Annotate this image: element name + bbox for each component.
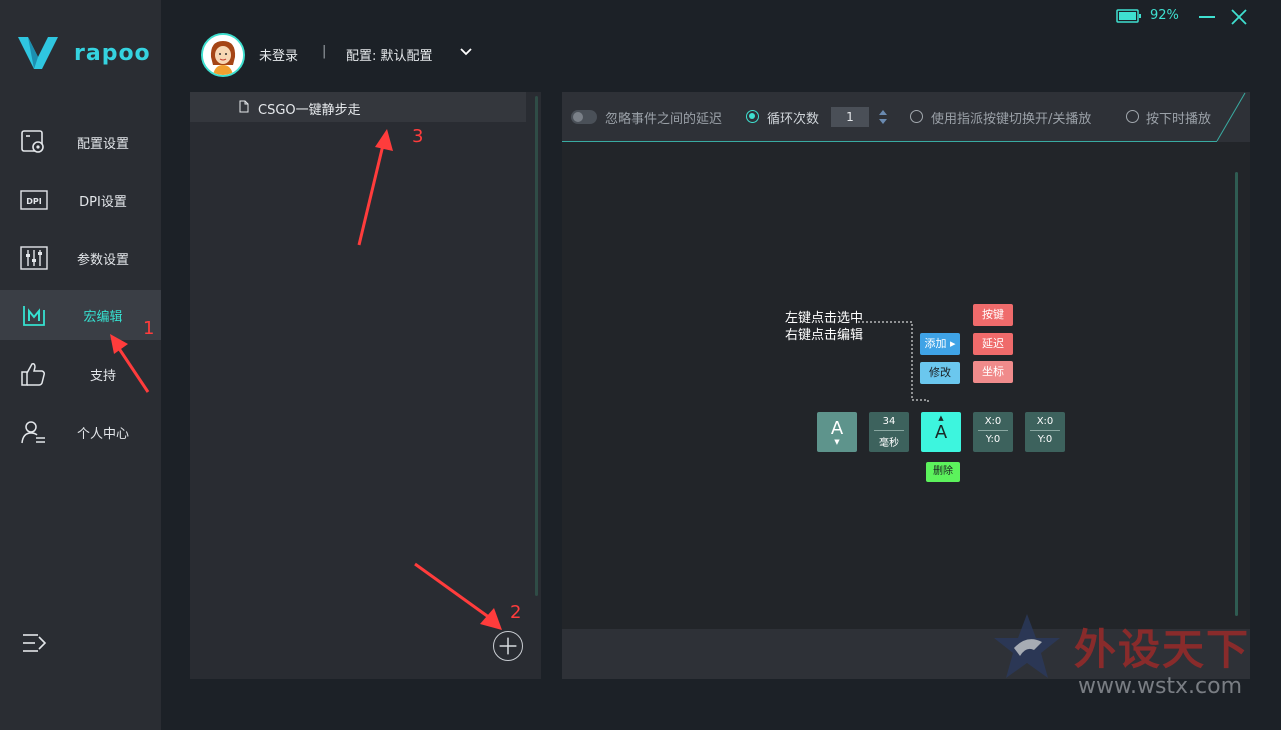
header-separator: | [322, 44, 327, 59]
add-step-label: 添加 [924, 337, 947, 350]
sidebar-item-profile[interactable]: 个人中心 [0, 407, 161, 457]
brand-name: rapoo [74, 41, 151, 66]
ignore-delay-label: 忽略事件之间的延迟 [605, 112, 723, 127]
macro-list-scrollbar[interactable] [535, 96, 538, 596]
delay-card[interactable]: 34 毫秒 [869, 412, 909, 452]
coord-y: Y:0 [1037, 434, 1053, 445]
play-while-pressed-label: 按下时播放 [1146, 112, 1212, 127]
editor-scrollbar[interactable] [1235, 172, 1238, 616]
sidebar-item-label: 个人中心 [76, 426, 129, 442]
watermark-title: 外设天下 [1074, 625, 1251, 674]
file-icon [239, 100, 249, 113]
user-icon [21, 421, 45, 444]
key-down-arrow-icon: ▼ [834, 438, 840, 446]
macro-list-item[interactable]: CSGO一键静步走 [190, 92, 526, 122]
battery-icon [1116, 9, 1141, 23]
delay-value: 34 [882, 416, 896, 427]
sliders-icon [20, 246, 48, 270]
battery-percentage: 92% [1150, 8, 1179, 23]
coord-x: X:0 [984, 416, 1002, 427]
card-divider [1030, 430, 1060, 431]
star-eagle-logo-icon [994, 614, 1060, 678]
key-down-card[interactable]: A ▼ [817, 412, 857, 452]
macro-icon [23, 306, 45, 326]
annotation-arrow-2 [414, 562, 502, 630]
coord-x: X:0 [1036, 416, 1054, 427]
coord-card[interactable]: X:0 Y:0 [1025, 412, 1065, 452]
editor-toolbar: 忽略事件之间的延迟 循环次数 1 使用指派按键切换开/关播放 按下时播放 [562, 92, 1250, 142]
chevron-down-icon[interactable] [459, 47, 473, 57]
add-macro-button[interactable] [493, 631, 523, 661]
ignore-delay-toggle[interactable] [571, 110, 597, 124]
key-up-card[interactable]: ▲ A [921, 412, 961, 452]
add-step-button[interactable]: 添加 ▸ [920, 333, 960, 355]
dpi-icon: DPI [20, 190, 48, 210]
close-icon[interactable] [1230, 8, 1248, 26]
toggle-by-key-label: 使用指派按键切换开/关播放 [931, 112, 1092, 127]
annotation-arrow-3 [357, 129, 393, 246]
menu-expand-icon[interactable] [22, 632, 48, 654]
macro-editor: 忽略事件之间的延迟 循环次数 1 使用指派按键切换开/关播放 按下时播放 左键点… [562, 92, 1250, 679]
play-while-pressed-radio[interactable] [1126, 110, 1139, 123]
sidebar-item-params[interactable]: 参数设置 [0, 233, 161, 283]
insert-coord-button[interactable]: 坐标 [973, 361, 1013, 383]
stepper-arrows-icon[interactable] [877, 107, 889, 127]
watermark-url: www.wstx.com [1078, 674, 1243, 699]
coord-card[interactable]: X:0 Y:0 [973, 412, 1013, 452]
svg-text:DPI: DPI [26, 197, 42, 206]
config-icon [21, 130, 44, 153]
modify-step-button[interactable]: 修改 [920, 362, 960, 384]
brand-logo: rapoo [16, 33, 150, 73]
card-divider [978, 430, 1008, 431]
avatar[interactable] [201, 33, 245, 77]
avatar-illustration-icon [203, 35, 243, 75]
insert-delay-button[interactable]: 延迟 [973, 333, 1013, 355]
minimize-button[interactable] [1199, 16, 1215, 18]
watermark: 外设天下 www.wstx.com [992, 612, 1262, 712]
help-right-click: 右键点击编辑 [785, 328, 864, 343]
annotation-number-3: 3 [412, 126, 424, 147]
insert-key-button[interactable]: 按键 [973, 304, 1013, 326]
login-status[interactable]: 未登录 [259, 45, 298, 64]
key-label: A [934, 422, 948, 443]
delay-unit: 毫秒 [879, 438, 899, 449]
toolbar-corner-decoration [1216, 92, 1246, 142]
toolbar-underline [562, 141, 1217, 142]
macro-name: CSGO一键静步走 [258, 103, 361, 118]
sidebar-item-config[interactable]: 配置设置 [0, 117, 161, 167]
key-label: A [830, 418, 844, 439]
thumbs-up-icon [21, 363, 45, 386]
key-up-arrow-icon: ▲ [938, 414, 944, 422]
config-selector-label[interactable]: 配置: 默认配置 [346, 45, 433, 64]
v-logo-icon [18, 37, 58, 69]
annotation-number-2: 2 [510, 602, 522, 623]
help-dotted-connector [858, 321, 929, 404]
loop-count-label: 循环次数 [767, 112, 820, 127]
coord-y: Y:0 [985, 434, 1001, 445]
sidebar-item-label: 配置设置 [76, 136, 129, 152]
sidebar-item-dpi[interactable]: DPI DPI设置 [0, 175, 161, 225]
sidebar-item-label: 参数设置 [76, 252, 129, 268]
annotation-number-1: 1 [143, 318, 155, 339]
loop-count-input[interactable]: 1 [831, 107, 869, 127]
delete-step-button[interactable]: 删除 [926, 462, 960, 482]
toggle-by-key-radio[interactable] [910, 110, 923, 123]
card-divider [874, 430, 904, 431]
sidebar-item-label: DPI设置 [79, 194, 127, 210]
loop-count-radio[interactable] [746, 110, 759, 123]
